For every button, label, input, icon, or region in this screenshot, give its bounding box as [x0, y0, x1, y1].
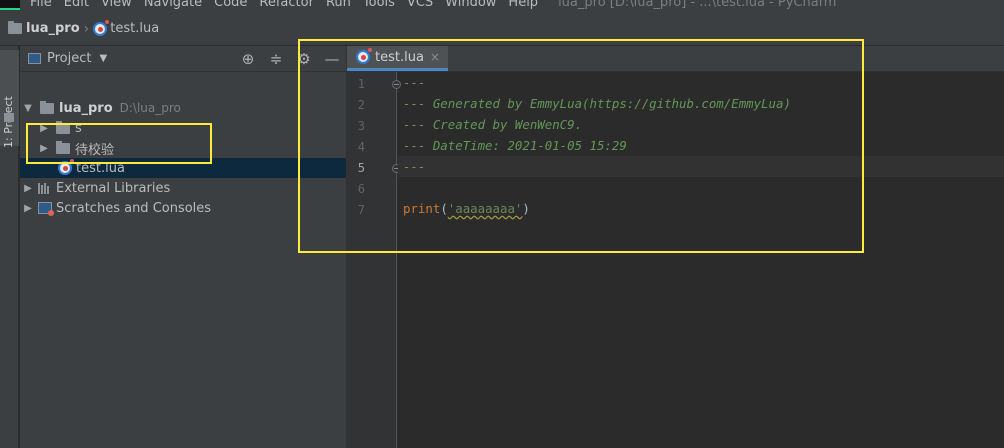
project-tool-tab-label: 1: Project: [2, 96, 15, 148]
chevron-right-icon: ›: [83, 20, 90, 37]
chevron-down-icon[interactable]: ▼: [22, 103, 34, 114]
menu-window[interactable]: Window: [445, 0, 496, 10]
lua-file-icon: [356, 48, 372, 64]
line-number: 2: [357, 98, 365, 112]
menu-edit[interactable]: Edit: [64, 0, 89, 10]
tree-item-scratches[interactable]: ▶ Scratches and Consoles: [20, 198, 346, 218]
chevron-right-icon[interactable]: ▶: [22, 203, 34, 214]
comment-text: --- Created by WenWenC9.: [403, 117, 583, 132]
tree-item-label: External Libraries: [56, 180, 171, 196]
editor-tab-bar: test.lua ×: [347, 46, 1004, 72]
scratches-icon: [38, 202, 54, 216]
code-line-4: --- DateTime: 2021-01-05 15:29: [398, 135, 1004, 156]
line-number: 1: [357, 77, 365, 91]
editor-pane: test.lua × 1 2 3 4 5 6 7 --- --- Generat…: [347, 46, 1004, 448]
chevron-down-icon[interactable]: ▼: [99, 53, 107, 64]
project-view-icon: [28, 53, 41, 64]
menu-refactor[interactable]: Refactor: [259, 0, 314, 10]
folder-icon: [40, 100, 54, 114]
folder-icon: [56, 140, 70, 154]
gear-icon[interactable]: ⚙: [296, 50, 312, 68]
line-number: 3: [357, 119, 365, 133]
menu-help[interactable]: Help: [508, 0, 538, 10]
comment-text: ---: [403, 159, 426, 174]
code-line-2: --- Generated by EmmyLua(https://github.…: [398, 93, 1004, 114]
chevron-right-icon[interactable]: ▶: [38, 123, 50, 134]
crosshair-icon[interactable]: ⊕: [240, 50, 256, 68]
menu-view[interactable]: View: [101, 0, 132, 10]
project-tool-tab[interactable]: 1: Project: [0, 50, 19, 148]
project-panel-header: Project ▼ ⊕ ≑ ⚙ —: [20, 46, 346, 72]
lua-file-icon: [93, 19, 110, 36]
breadcrumb-file[interactable]: test.lua: [110, 21, 159, 36]
tree-item-label: Scratches and Consoles: [56, 200, 212, 216]
code-line-3: --- Created by WenWenC9.: [398, 114, 1004, 135]
code-line-1: ---: [398, 72, 1004, 93]
line-number-active: 5: [357, 161, 365, 175]
menu-navigate[interactable]: Navigate: [144, 0, 202, 10]
tree-item-root[interactable]: ▼ lua_pro D:\lua_pro: [20, 98, 346, 118]
tree-item-external-libraries[interactable]: ▶ External Libraries: [20, 178, 346, 198]
tab-test-lua[interactable]: test.lua ×: [347, 46, 448, 71]
tree-item-label: lua_pro: [59, 100, 113, 116]
comment-text: ---: [403, 75, 426, 90]
line-gutter: 1 2 3 4 5 6 7: [347, 72, 401, 448]
comment-text: --- Generated by EmmyLua(https://github.…: [403, 96, 791, 111]
menu-file[interactable]: File: [30, 0, 52, 10]
function-name: print: [403, 201, 441, 216]
code-editor[interactable]: --- --- Generated by EmmyLua(https://git…: [398, 72, 1004, 448]
library-icon: [38, 182, 52, 194]
breadcrumb-project[interactable]: lua_pro: [26, 21, 80, 36]
tree-item-test-lua[interactable]: test.lua: [20, 158, 346, 178]
string-literal: 'aaaaaaaa': [447, 201, 523, 216]
project-panel: Project ▼ ⊕ ≑ ⚙ — ▼ lua_pro D:\lua_pro ▶…: [20, 46, 347, 448]
menu-tools[interactable]: Tools: [363, 0, 395, 10]
pycharm-logo-icon: [0, 0, 20, 10]
folder-icon: [4, 113, 14, 122]
menu-bar: File Edit View Navigate Code Refactor Ru…: [0, 0, 1004, 12]
collapse-icon[interactable]: ≑: [268, 50, 284, 68]
code-line-7: print('aaaaaaaa'): [398, 198, 1004, 219]
lua-file-icon: [58, 159, 74, 175]
paren-open: (: [440, 201, 448, 216]
folder-icon: [56, 120, 70, 134]
tree-item-label: s: [75, 120, 82, 136]
line-number: 6: [357, 182, 365, 196]
tree-item-folder-s[interactable]: ▶ s: [20, 118, 346, 138]
menu-vcs[interactable]: VCS: [407, 0, 433, 10]
project-view-selector[interactable]: Project: [47, 51, 91, 66]
close-icon[interactable]: ×: [430, 50, 440, 64]
tree-item-folder-pending[interactable]: ▶ 待校验: [20, 138, 346, 158]
tree-item-label: 待校验: [75, 142, 115, 158]
tool-window-strip: 1: Project: [0, 46, 19, 448]
menu-code[interactable]: Code: [214, 0, 247, 10]
window-title: lua_pro [D:\lua_pro] - ...\test.lua - Py…: [558, 0, 837, 10]
folder-icon: [8, 21, 22, 34]
line-number: 7: [357, 203, 365, 217]
paren-close: ): [522, 201, 530, 216]
breadcrumb: lua_pro › test.lua: [0, 12, 1004, 46]
chevron-right-icon[interactable]: ▶: [38, 143, 50, 154]
code-line-5-current: ---: [398, 156, 1004, 177]
comment-text: --- DateTime: 2021-01-05 15:29: [403, 138, 627, 153]
menu-run[interactable]: Run: [326, 0, 351, 10]
tree-item-path: D:\lua_pro: [119, 101, 181, 115]
chevron-right-icon[interactable]: ▶: [22, 183, 34, 194]
tree-item-label: test.lua: [76, 160, 125, 176]
line-number: 4: [357, 140, 365, 154]
minimize-icon[interactable]: —: [324, 50, 340, 68]
tab-label: test.lua: [375, 49, 424, 65]
